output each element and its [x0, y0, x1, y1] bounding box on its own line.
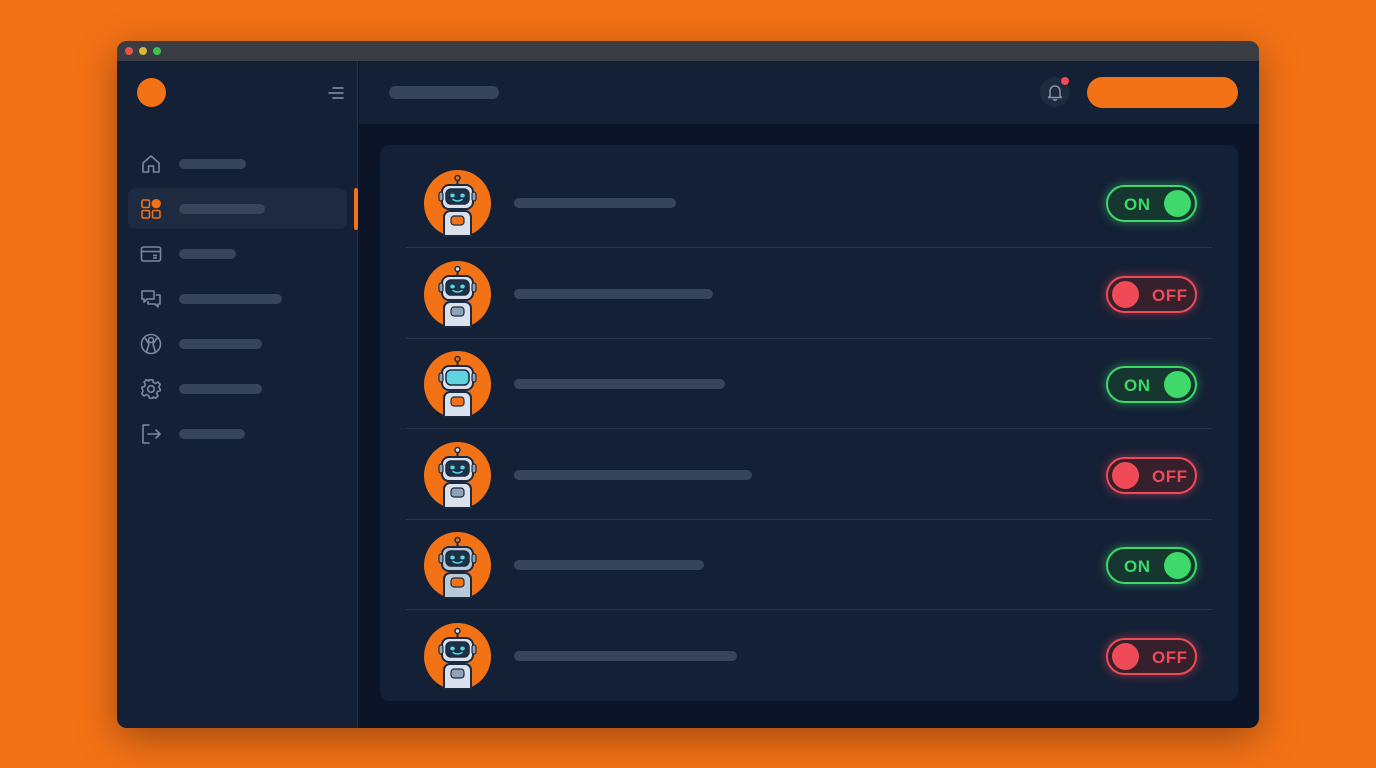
close-window-button[interactable]: [125, 47, 133, 55]
bot-name-placeholder: [514, 470, 752, 480]
primary-action-button[interactable]: [1087, 77, 1238, 108]
active-item-indicator: [354, 188, 358, 230]
toggle-label: ON: [1124, 556, 1151, 576]
sidebar-item-logout[interactable]: [128, 413, 347, 454]
sidebar-item-settings[interactable]: [128, 368, 347, 409]
status-toggle[interactable]: OFF: [1106, 275, 1197, 313]
bot-row[interactable]: OFF: [406, 611, 1212, 701]
sidebar-item-label-placeholder: [179, 248, 236, 259]
sidebar-item-dashboard[interactable]: [128, 188, 347, 229]
robot-avatar: [424, 169, 491, 237]
row-divider: [406, 247, 1212, 248]
sidebar-item-label-placeholder: [179, 383, 262, 394]
sidebar-item-web[interactable]: [128, 323, 347, 364]
robot-avatar: [424, 441, 491, 509]
page-title-placeholder: [389, 86, 499, 99]
bot-name-placeholder: [514, 651, 737, 661]
sidebar-item-label-placeholder: [179, 203, 265, 214]
bot-name-placeholder: [514, 379, 725, 389]
robot-avatar: [424, 260, 491, 328]
app-window: ON OFF ON OFF ON OFF: [117, 41, 1259, 728]
toggle-knob: [1112, 642, 1139, 670]
bot-row[interactable]: ON: [406, 339, 1212, 429]
robot-avatar: [424, 350, 491, 418]
home-icon: [140, 153, 162, 175]
sidebar-item-label-placeholder: [179, 338, 262, 349]
bot-row[interactable]: ON: [406, 158, 1212, 248]
toggle-label: OFF: [1152, 466, 1188, 486]
toggle-label: ON: [1124, 194, 1151, 214]
bot-name-placeholder: [514, 289, 713, 299]
sidebar-item-messages[interactable]: [128, 278, 347, 319]
sidebar-item-label-placeholder: [179, 293, 282, 304]
sidebar-item-home[interactable]: [128, 143, 347, 184]
bot-row[interactable]: ON: [406, 520, 1212, 610]
toggle-knob: [1164, 551, 1191, 579]
globe-icon: [140, 333, 162, 355]
bot-name-placeholder: [514, 198, 676, 208]
sidebar-item-wallet[interactable]: [128, 233, 347, 274]
chat-icon: [140, 288, 162, 310]
status-toggle[interactable]: ON: [1106, 365, 1197, 403]
status-toggle[interactable]: ON: [1106, 546, 1197, 584]
logout-icon: [140, 423, 162, 445]
status-toggle[interactable]: OFF: [1106, 637, 1197, 675]
bot-row[interactable]: OFF: [406, 249, 1212, 339]
menu-collapse-icon[interactable]: [328, 86, 344, 100]
status-toggle[interactable]: ON: [1106, 184, 1197, 222]
sidebar-item-label-placeholder: [179, 428, 245, 439]
minimize-window-button[interactable]: [139, 47, 147, 55]
gear-icon: [140, 378, 162, 400]
toggle-label: OFF: [1152, 285, 1188, 305]
wallet-icon: [140, 243, 162, 265]
notification-badge: [1061, 77, 1069, 85]
app-logo[interactable]: [137, 78, 166, 107]
top-bar: [359, 61, 1259, 124]
robot-avatar: [424, 622, 491, 690]
maximize-window-button[interactable]: [153, 47, 161, 55]
notifications-button[interactable]: [1040, 77, 1070, 107]
title-bar: [117, 41, 1259, 61]
row-divider: [406, 428, 1212, 429]
sidebar: [117, 61, 358, 728]
status-toggle[interactable]: OFF: [1106, 456, 1197, 494]
robot-avatar: [424, 531, 491, 599]
row-divider: [406, 609, 1212, 610]
toggle-knob: [1164, 189, 1191, 217]
toggle-knob: [1164, 370, 1191, 398]
dashboard-icon: [140, 198, 162, 220]
toggle-knob: [1112, 280, 1139, 308]
toggle-knob: [1112, 461, 1139, 489]
bell-icon: [1047, 85, 1063, 101]
sidebar-item-label-placeholder: [179, 158, 246, 169]
bot-row[interactable]: OFF: [406, 430, 1212, 520]
bot-name-placeholder: [514, 560, 704, 570]
bot-list-panel: ON OFF ON OFF ON OFF: [380, 145, 1238, 701]
toggle-label: ON: [1124, 375, 1151, 395]
toggle-label: OFF: [1152, 647, 1188, 667]
